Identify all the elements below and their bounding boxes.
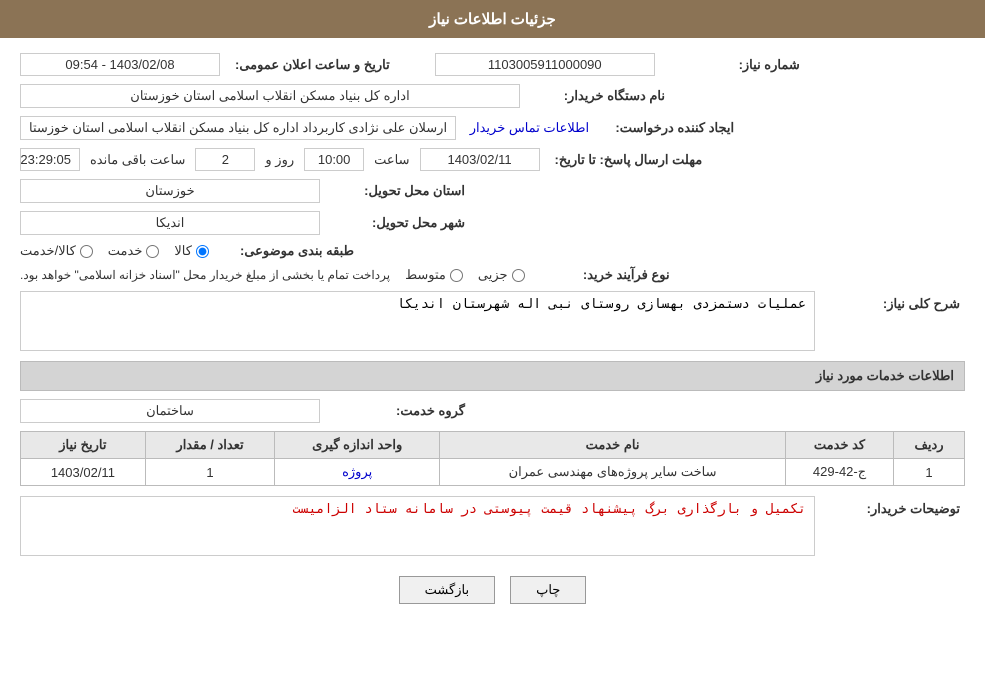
cell-row: 1 — [894, 459, 965, 486]
time-label: ساعت — [374, 152, 409, 168]
buyer-name-row: نام دستگاه خریدار: اداره کل بنیاد مسکن ا… — [20, 84, 965, 108]
day-label: روز و — [265, 152, 294, 168]
creator-label: ایجاد کننده درخواست: — [604, 120, 734, 136]
col-count: تعداد / مقدار — [145, 432, 274, 459]
category-khedmat-radio[interactable] — [146, 245, 159, 258]
category-khedmat-option[interactable]: خدمت — [108, 243, 160, 259]
announce-label: تاریخ و ساعت اعلان عمومی: — [235, 57, 390, 73]
creator-row: ایجاد کننده درخواست: اطلاعات تماس خریدار… — [20, 116, 965, 140]
service-group-value: ساختمان — [20, 399, 320, 423]
category-kala-label: کالا — [174, 243, 192, 259]
deadline-row: مهلت ارسال پاسخ: تا تاریخ: 1403/02/11 سا… — [20, 148, 965, 171]
need-description-row: شرح کلی نیاز: — [20, 291, 965, 351]
category-options: کالا خدمت کالا/خدمت — [20, 243, 209, 259]
purchase-type-label: نوع فرآیند خرید: — [540, 267, 670, 283]
header-title: جزئیات اطلاعات نیاز — [429, 11, 556, 28]
need-number-value: 1103005911000090 — [435, 53, 655, 76]
buttons-row: چاپ بازگشت — [20, 576, 965, 624]
day-value: 2 — [195, 148, 255, 171]
cell-name: ساخت سایر پروژه‌های مهندسی عمران — [440, 459, 786, 486]
creator-link[interactable]: اطلاعات تماس خریدار — [470, 120, 589, 136]
service-group-row: گروه خدمت: ساختمان — [20, 399, 965, 423]
purchase-motavasset-label: متوسط — [405, 267, 446, 283]
back-button[interactable]: بازگشت — [399, 576, 495, 604]
need-number-row: شماره نیاز: 1103005911000090 تاریخ و ساع… — [20, 53, 965, 76]
col-code: کد خدمت — [786, 432, 894, 459]
time-value: 10:00 — [304, 148, 364, 171]
category-kala-radio[interactable] — [196, 245, 209, 258]
buyer-name-value: اداره کل بنیاد مسکن انقلاب اسلامی استان … — [20, 84, 520, 108]
category-both-label: کالا/خدمت — [20, 243, 76, 259]
col-row: ردیف — [894, 432, 965, 459]
cell-code: ج-42-429 — [786, 459, 894, 486]
cell-date: 1403/02/11 — [21, 459, 146, 486]
category-both-radio[interactable] — [80, 245, 93, 258]
print-button[interactable]: چاپ — [510, 576, 586, 604]
purchase-type-row: نوع فرآیند خرید: جزیی متوسط پرداخت تمام … — [20, 267, 965, 283]
buyer-name-label: نام دستگاه خریدار: — [535, 88, 665, 104]
cell-count: 1 — [145, 459, 274, 486]
services-table: ردیف کد خدمت نام خدمت واحد اندازه گیری ت… — [20, 431, 965, 486]
purchase-type-options: جزیی متوسط پرداخت تمام یا بخشی از مبلغ خ… — [20, 267, 525, 283]
creator-value: ارسلان علی نژادی کاربرداد اداره کل بنیاد… — [20, 116, 456, 140]
buyer-notes-label: توضیحات خریدار: — [830, 501, 960, 517]
purchase-motavasset-radio[interactable] — [450, 269, 463, 282]
city-label: شهر محل تحویل: — [335, 215, 465, 231]
need-description-textarea[interactable] — [20, 291, 815, 351]
service-group-label: گروه خدمت: — [335, 403, 465, 419]
province-value: خوزستان — [20, 179, 320, 203]
need-description-label: شرح کلی نیاز: — [830, 296, 960, 312]
page-wrapper: جزئیات اطلاعات نیاز شماره نیاز: 11030059… — [0, 0, 985, 691]
buyer-notes-row: توضیحات خریدار: — [20, 496, 965, 556]
purchase-note: پرداخت تمام یا بخشی از مبلغ خریدار محل "… — [20, 268, 390, 282]
remaining-value: 23:29:05 — [20, 148, 80, 171]
col-unit: واحد اندازه گیری — [275, 432, 440, 459]
purchase-jozi-option[interactable]: جزیی — [478, 267, 525, 283]
table-row: 1 ج-42-429 ساخت سایر پروژه‌های مهندسی عم… — [21, 459, 965, 486]
category-row: طبقه بندی موضوعی: کالا خدمت کالا/خدمت — [20, 243, 965, 259]
col-date: تاریخ نیاز — [21, 432, 146, 459]
purchase-jozi-radio[interactable] — [512, 269, 525, 282]
province-label: استان محل تحویل: — [335, 183, 465, 199]
province-row: استان محل تحویل: خوزستان — [20, 179, 965, 203]
category-label: طبقه بندی موضوعی: — [224, 243, 354, 259]
city-value: اندیکا — [20, 211, 320, 235]
purchase-jozi-label: جزیی — [478, 267, 508, 283]
city-row: شهر محل تحویل: اندیکا — [20, 211, 965, 235]
buyer-notes-textarea[interactable] — [20, 496, 815, 556]
services-header: اطلاعات خدمات مورد نیاز — [20, 361, 965, 391]
need-number-label: شماره نیاز: — [670, 57, 800, 73]
cell-unit: پروژه — [275, 459, 440, 486]
deadline-date: 1403/02/11 — [420, 148, 540, 171]
purchase-motavasset-option[interactable]: متوسط — [405, 267, 463, 283]
page-header: جزئیات اطلاعات نیاز — [0, 0, 985, 38]
deadline-label: مهلت ارسال پاسخ: تا تاریخ: — [555, 152, 703, 168]
col-name: نام خدمت — [440, 432, 786, 459]
announce-value: 1403/02/08 - 09:54 — [20, 53, 220, 76]
remaining-label: ساعت باقی مانده — [90, 152, 185, 168]
category-both-option[interactable]: کالا/خدمت — [20, 243, 93, 259]
category-khedmat-label: خدمت — [108, 243, 143, 259]
category-kala-option[interactable]: کالا — [174, 243, 209, 259]
content-area: شماره نیاز: 1103005911000090 تاریخ و ساع… — [0, 38, 985, 639]
